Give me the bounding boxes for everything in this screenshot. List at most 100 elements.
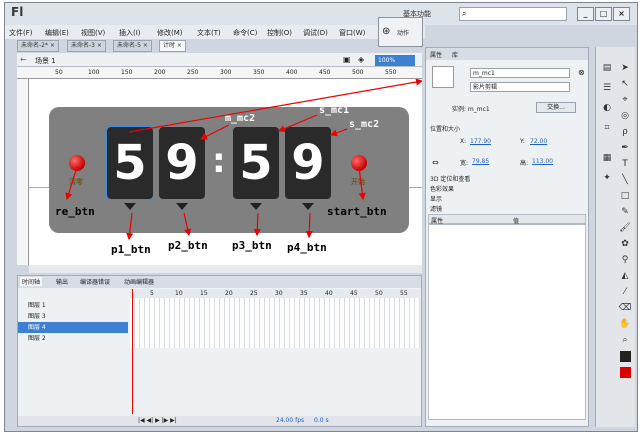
doc-tab-timer[interactable]: 计时 × [159,40,186,52]
rectangle-icon[interactable]: □ [618,189,632,203]
edit-scene-icon[interactable]: ▣ [343,55,351,64]
properties-panel: 属性 库 m_mc1 ⊗ 影片剪辑 实例: m_mc1 交换... 位置和大小 … [425,47,589,427]
text-icon[interactable]: T [618,157,632,171]
close-button[interactable]: × [613,7,630,21]
height-label: 高: [520,160,529,167]
horizontal-ruler: 50 100 150 200 250 300 350 400 450 500 550 [17,67,422,79]
hand-icon[interactable]: ✋ [618,317,632,331]
edit-bar: ← 场景 1 ▣ ◈ 100% [17,53,422,67]
tools-panel: ➤ ↖ ⌖ ◎ ρ ✒ T ╲ □ ✎ 🖌 ✿ ⚲ ◭ ⁄ ⌫ ✋ ⌕ ▤ ☰ … [595,47,635,427]
link-icon[interactable]: ⇔ [432,158,439,167]
frame-ruler[interactable]: 5 10 15 20 25 30 35 40 45 50 55 [130,289,420,298]
tab-compiler-errors[interactable]: 编译器错误 [78,277,112,286]
swap-button[interactable]: 交换... [536,102,576,113]
align-panel-icon[interactable]: ☰ [600,81,614,95]
3d-rotation-icon[interactable]: ◎ [618,109,632,123]
frame-rate[interactable]: 24.00 fps [276,417,304,424]
library-panel-icon[interactable]: ▤ [600,61,614,75]
menu-window[interactable]: 窗口(W) [339,28,365,38]
tab-motion-editor[interactable]: 动画编辑器 [122,277,156,286]
x-label: X: [460,138,467,145]
ruler-tick-label: 400 [286,69,298,76]
layer-row-selected[interactable]: 图层 4 [18,322,128,333]
section-filters[interactable]: 滤镜 [430,204,442,213]
menu-control[interactable]: 控制(O) [267,28,292,38]
menu-debug[interactable]: 调试(D) [303,28,328,38]
frame-number-label: 20 [225,290,233,297]
frame-number-label: 40 [325,290,333,297]
section-3d[interactable]: 3D 定位和查看 [430,174,470,183]
stroke-color-swatch[interactable] [620,351,631,362]
menu-text[interactable]: 文本(T) [197,28,221,38]
back-arrow-icon[interactable]: ← [20,55,27,64]
edit-symbol-icon[interactable]: ◈ [358,55,364,64]
layer-row[interactable]: 图层 1 [18,300,128,311]
section-color-effect[interactable]: 色彩效果 [430,184,454,193]
position-size-section[interactable]: 位置和大小 [430,124,460,133]
doc-tab-3[interactable]: 未命名-5 × [113,40,152,52]
minimize-button[interactable]: _ [577,7,594,21]
subselection-icon[interactable]: ↖ [618,77,632,91]
stage-horizontal-scrollbar[interactable] [29,265,422,273]
menu-file[interactable]: 文件(F) [9,28,33,38]
components-panel-icon[interactable]: ▦ [600,151,614,165]
actions-panel[interactable]: ⊛ 动作 [378,17,423,47]
lock-icon[interactable]: ⊗ [578,68,585,77]
section-display[interactable]: 显示 [430,194,442,203]
menu-commands[interactable]: 命令(C) [233,28,257,38]
height-value[interactable]: 113.00 [532,158,553,165]
line-icon[interactable]: ╲ [618,173,632,187]
menu-insert[interactable]: 插入(I) [119,28,141,38]
filters-header: 属性 值 [428,214,586,225]
menu-bar: 文件(F) 编辑(E) 视图(V) 插入(I) 修改(M) 文本(T) 命令(C… [5,25,425,39]
frame-number-label: 5 [150,290,154,297]
free-transform-icon[interactable]: ⌖ [618,93,632,107]
maximize-button[interactable]: □ [595,7,612,21]
doc-tab-1[interactable]: 未命名-2* × [17,40,59,52]
motion-presets-icon[interactable]: ✦ [600,171,614,185]
help-search-input[interactable]: ⌕ [459,7,567,21]
brush-icon[interactable]: 🖌 [618,221,632,235]
tab-timeline[interactable]: 时间轴 [20,277,43,286]
x-value[interactable]: 177.90 [470,138,491,145]
layer-row[interactable]: 图层 3 [18,311,128,322]
selection-icon[interactable]: ➤ [618,61,632,75]
menu-modify[interactable]: 修改(M) [157,28,183,38]
lasso-icon[interactable]: ρ [618,125,632,139]
width-label: 宽: [460,160,469,167]
ruler-tick-label: 100 [88,69,100,76]
playback-controls-icon[interactable]: |◀ ◀| ▶ |▶ ▶| [138,417,177,424]
tab-library[interactable]: 库 [452,50,458,59]
stage[interactable]: 清零 5 9 : 5 9 开始 re_btn start_btn p1_btn … [29,79,422,265]
app-logo: Fl [11,5,24,19]
scene-label[interactable]: 场景 1 [35,56,56,66]
frame-grid[interactable] [130,298,420,348]
fill-color-swatch[interactable] [620,367,631,378]
paint-bucket-icon[interactable]: ◭ [618,269,632,283]
menu-edit[interactable]: 编辑(E) [45,28,69,38]
tab-output[interactable]: 输出 [54,277,70,286]
deco-icon[interactable]: ✿ [618,237,632,251]
ruler-tick-label: 250 [187,69,199,76]
layer-row[interactable]: 图层 2 [18,333,128,344]
playhead[interactable] [132,289,133,414]
eyedropper-icon[interactable]: ⁄ [618,285,632,299]
instance-name-field[interactable]: m_mc1 [470,68,570,78]
bone-icon[interactable]: ⚲ [618,253,632,267]
instance-of-label: 实例: m_mc1 [452,106,490,113]
pencil-icon[interactable]: ✎ [618,205,632,219]
eraser-icon[interactable]: ⌫ [618,301,632,315]
color-panel-icon[interactable]: ◐ [600,101,614,115]
pen-icon[interactable]: ✒ [618,141,632,155]
width-value[interactable]: 79.85 [472,158,489,165]
transform-panel-icon[interactable]: ⌗ [600,121,614,135]
ruler-tick-label: 350 [253,69,265,76]
zoom-field[interactable]: 100% [375,55,415,66]
tab-properties[interactable]: 属性 [430,50,442,59]
zoom-icon[interactable]: ⌕ [618,333,632,347]
symbol-type-select[interactable]: 影片剪辑 [470,82,570,92]
y-value[interactable]: 72.00 [530,138,547,145]
filters-list[interactable] [428,224,586,420]
menu-view[interactable]: 视图(V) [81,28,105,38]
doc-tab-2[interactable]: 未命名-3 × [67,40,106,52]
